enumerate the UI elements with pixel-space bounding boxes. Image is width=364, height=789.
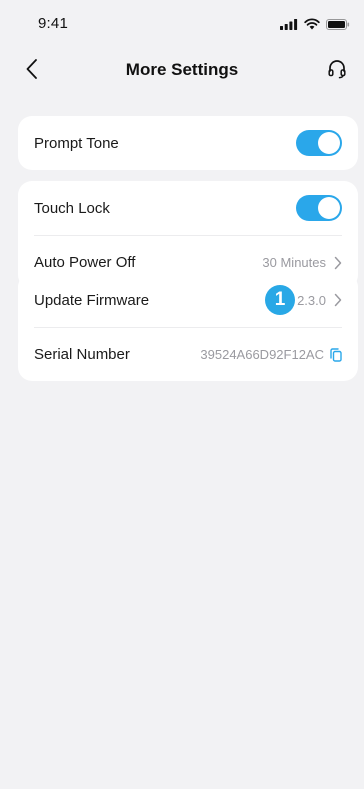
serial-number-label: Serial Number [34,346,130,363]
wifi-icon [304,17,320,35]
chevron-right-icon [334,256,342,270]
prompt-tone-label: Prompt Tone [34,134,119,152]
support-button[interactable] [324,58,350,84]
serial-number-value: 39524A66D92F12AC [200,347,324,362]
touch-lock-toggle[interactable] [296,195,342,221]
touch-lock-label: Touch Lock [34,199,110,217]
update-firmware-row[interactable]: Update Firmware 2.3.0 1 [18,273,358,327]
battery-icon [326,17,350,35]
firmware-version-value: 2.3.0 [297,292,326,308]
update-firmware-label: Update Firmware [34,291,150,309]
navigation-bar: More Settings [0,44,364,96]
toggle-knob [318,197,340,219]
headphones-icon [327,59,347,84]
serial-number-row: Serial Number 39524A66D92F12AC [34,327,342,381]
toggle-knob [318,132,340,154]
touch-lock-row: Touch Lock [18,181,358,235]
settings-screen: 9:41 More Settings Prompt Tone Touch Loc… [0,0,364,789]
auto-power-off-label: Auto Power Off [34,254,136,271]
status-time: 9:41 [38,15,68,32]
page-title: More Settings [125,60,239,79]
prompt-tone-card: Prompt Tone [18,116,358,170]
status-icons [280,17,350,35]
prompt-tone-toggle[interactable] [296,130,342,156]
status-bar: 9:41 [0,0,364,44]
prompt-tone-row: Prompt Tone [18,116,358,170]
copy-icon[interactable] [330,347,342,362]
update-badge: 1 [265,285,295,315]
cellular-signal-icon [280,17,298,35]
device-info-card: Update Firmware 2.3.0 1 Serial Number 39… [18,273,358,381]
chevron-right-icon [334,293,342,307]
auto-power-off-value: 30 Minutes [262,255,326,270]
